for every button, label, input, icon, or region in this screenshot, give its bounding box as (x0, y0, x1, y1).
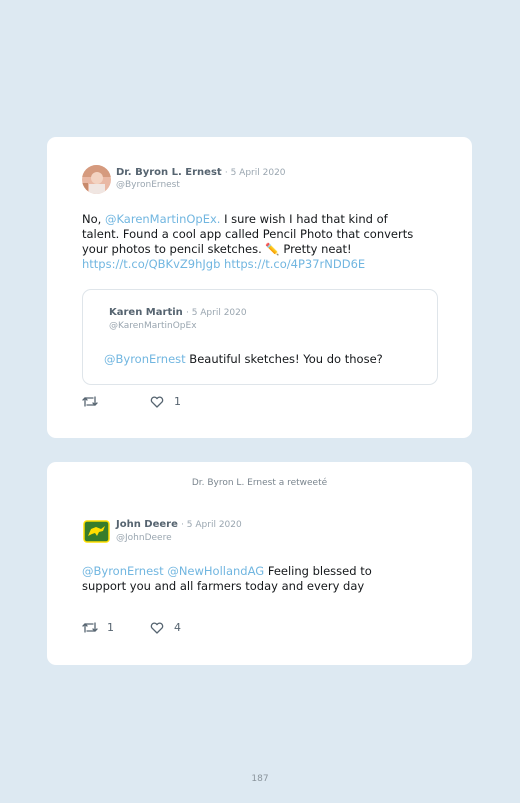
tweet-card-byron: Dr. Byron L. Ernest · 5 April 2020 @Byro… (47, 137, 472, 438)
tweet-body: @ByronErnest @NewHollandAG Feeling bless… (82, 564, 442, 594)
tweet-card-johndeere: Dr. Byron L. Ernest a retweeté John Deer… (47, 462, 472, 665)
quoted-body: @ByronErnest Beautiful sketches! You do … (104, 352, 424, 367)
tweet-text: your photos to pencil sketches. ✏️ Prett… (82, 242, 352, 256)
tweet-date[interactable]: · 5 April 2020 (181, 520, 242, 530)
quoted-author-name[interactable]: Karen Martin (109, 307, 183, 318)
mention-link[interactable]: @ByronErnest (104, 352, 186, 366)
retweet-icon[interactable] (82, 621, 98, 634)
mention-link[interactable]: @ByronErnest (82, 564, 164, 578)
tweet-date[interactable]: · 5 April 2020 (225, 168, 286, 178)
author-name[interactable]: John Deere (116, 519, 178, 530)
quoted-date[interactable]: · 5 April 2020 (186, 308, 247, 318)
like-count: 1 (174, 395, 181, 408)
author-line: Dr. Byron L. Ernest · 5 April 2020 (116, 167, 286, 178)
retweet-icon[interactable] (82, 395, 98, 408)
author-handle[interactable]: @ByronErnest (116, 180, 180, 190)
url-link[interactable]: https://t.co/4P37rNDD6E (224, 257, 365, 271)
tweet-actions: 1 (82, 395, 181, 408)
url-link[interactable]: https://t.co/QBKvZ9hJgb (82, 257, 220, 271)
quoted-tweet[interactable]: Karen Martin · 5 April 2020 @KarenMartin… (82, 289, 438, 385)
mention-link[interactable]: @KarenMartinOpEx. (105, 212, 221, 226)
tweet-text: I sure wish I had that kind of (220, 212, 388, 226)
tweet-actions: 1 4 (82, 621, 181, 634)
heart-icon[interactable] (150, 622, 164, 634)
quoted-handle[interactable]: @KarenMartinOpEx (109, 321, 197, 331)
page-number: 187 (251, 774, 269, 784)
avatar[interactable] (82, 165, 111, 194)
quoted-author-line: Karen Martin · 5 April 2020 (109, 307, 247, 318)
tweet-text: No, (82, 212, 105, 226)
tweet-text: Feeling blessed to (264, 564, 372, 578)
quoted-text: Beautiful sketches! You do those? (185, 352, 383, 366)
retweet-banner: Dr. Byron L. Ernest a retweeté (191, 478, 328, 488)
heart-icon[interactable] (150, 396, 164, 408)
like-count: 4 (174, 621, 181, 634)
tweet-body: No, @KarenMartinOpEx. I sure wish I had … (82, 212, 442, 272)
mention-link[interactable]: @NewHollandAG (167, 564, 264, 578)
retweet-count: 1 (107, 621, 114, 634)
tweet-text: talent. Found a cool app called Pencil P… (82, 227, 414, 241)
author-handle[interactable]: @JohnDeere (116, 533, 172, 543)
author-line: John Deere · 5 April 2020 (116, 519, 242, 530)
author-name[interactable]: Dr. Byron L. Ernest (116, 167, 222, 178)
john-deere-logo[interactable] (82, 517, 111, 546)
tweet-text: support you and all farmers today and ev… (82, 579, 365, 593)
